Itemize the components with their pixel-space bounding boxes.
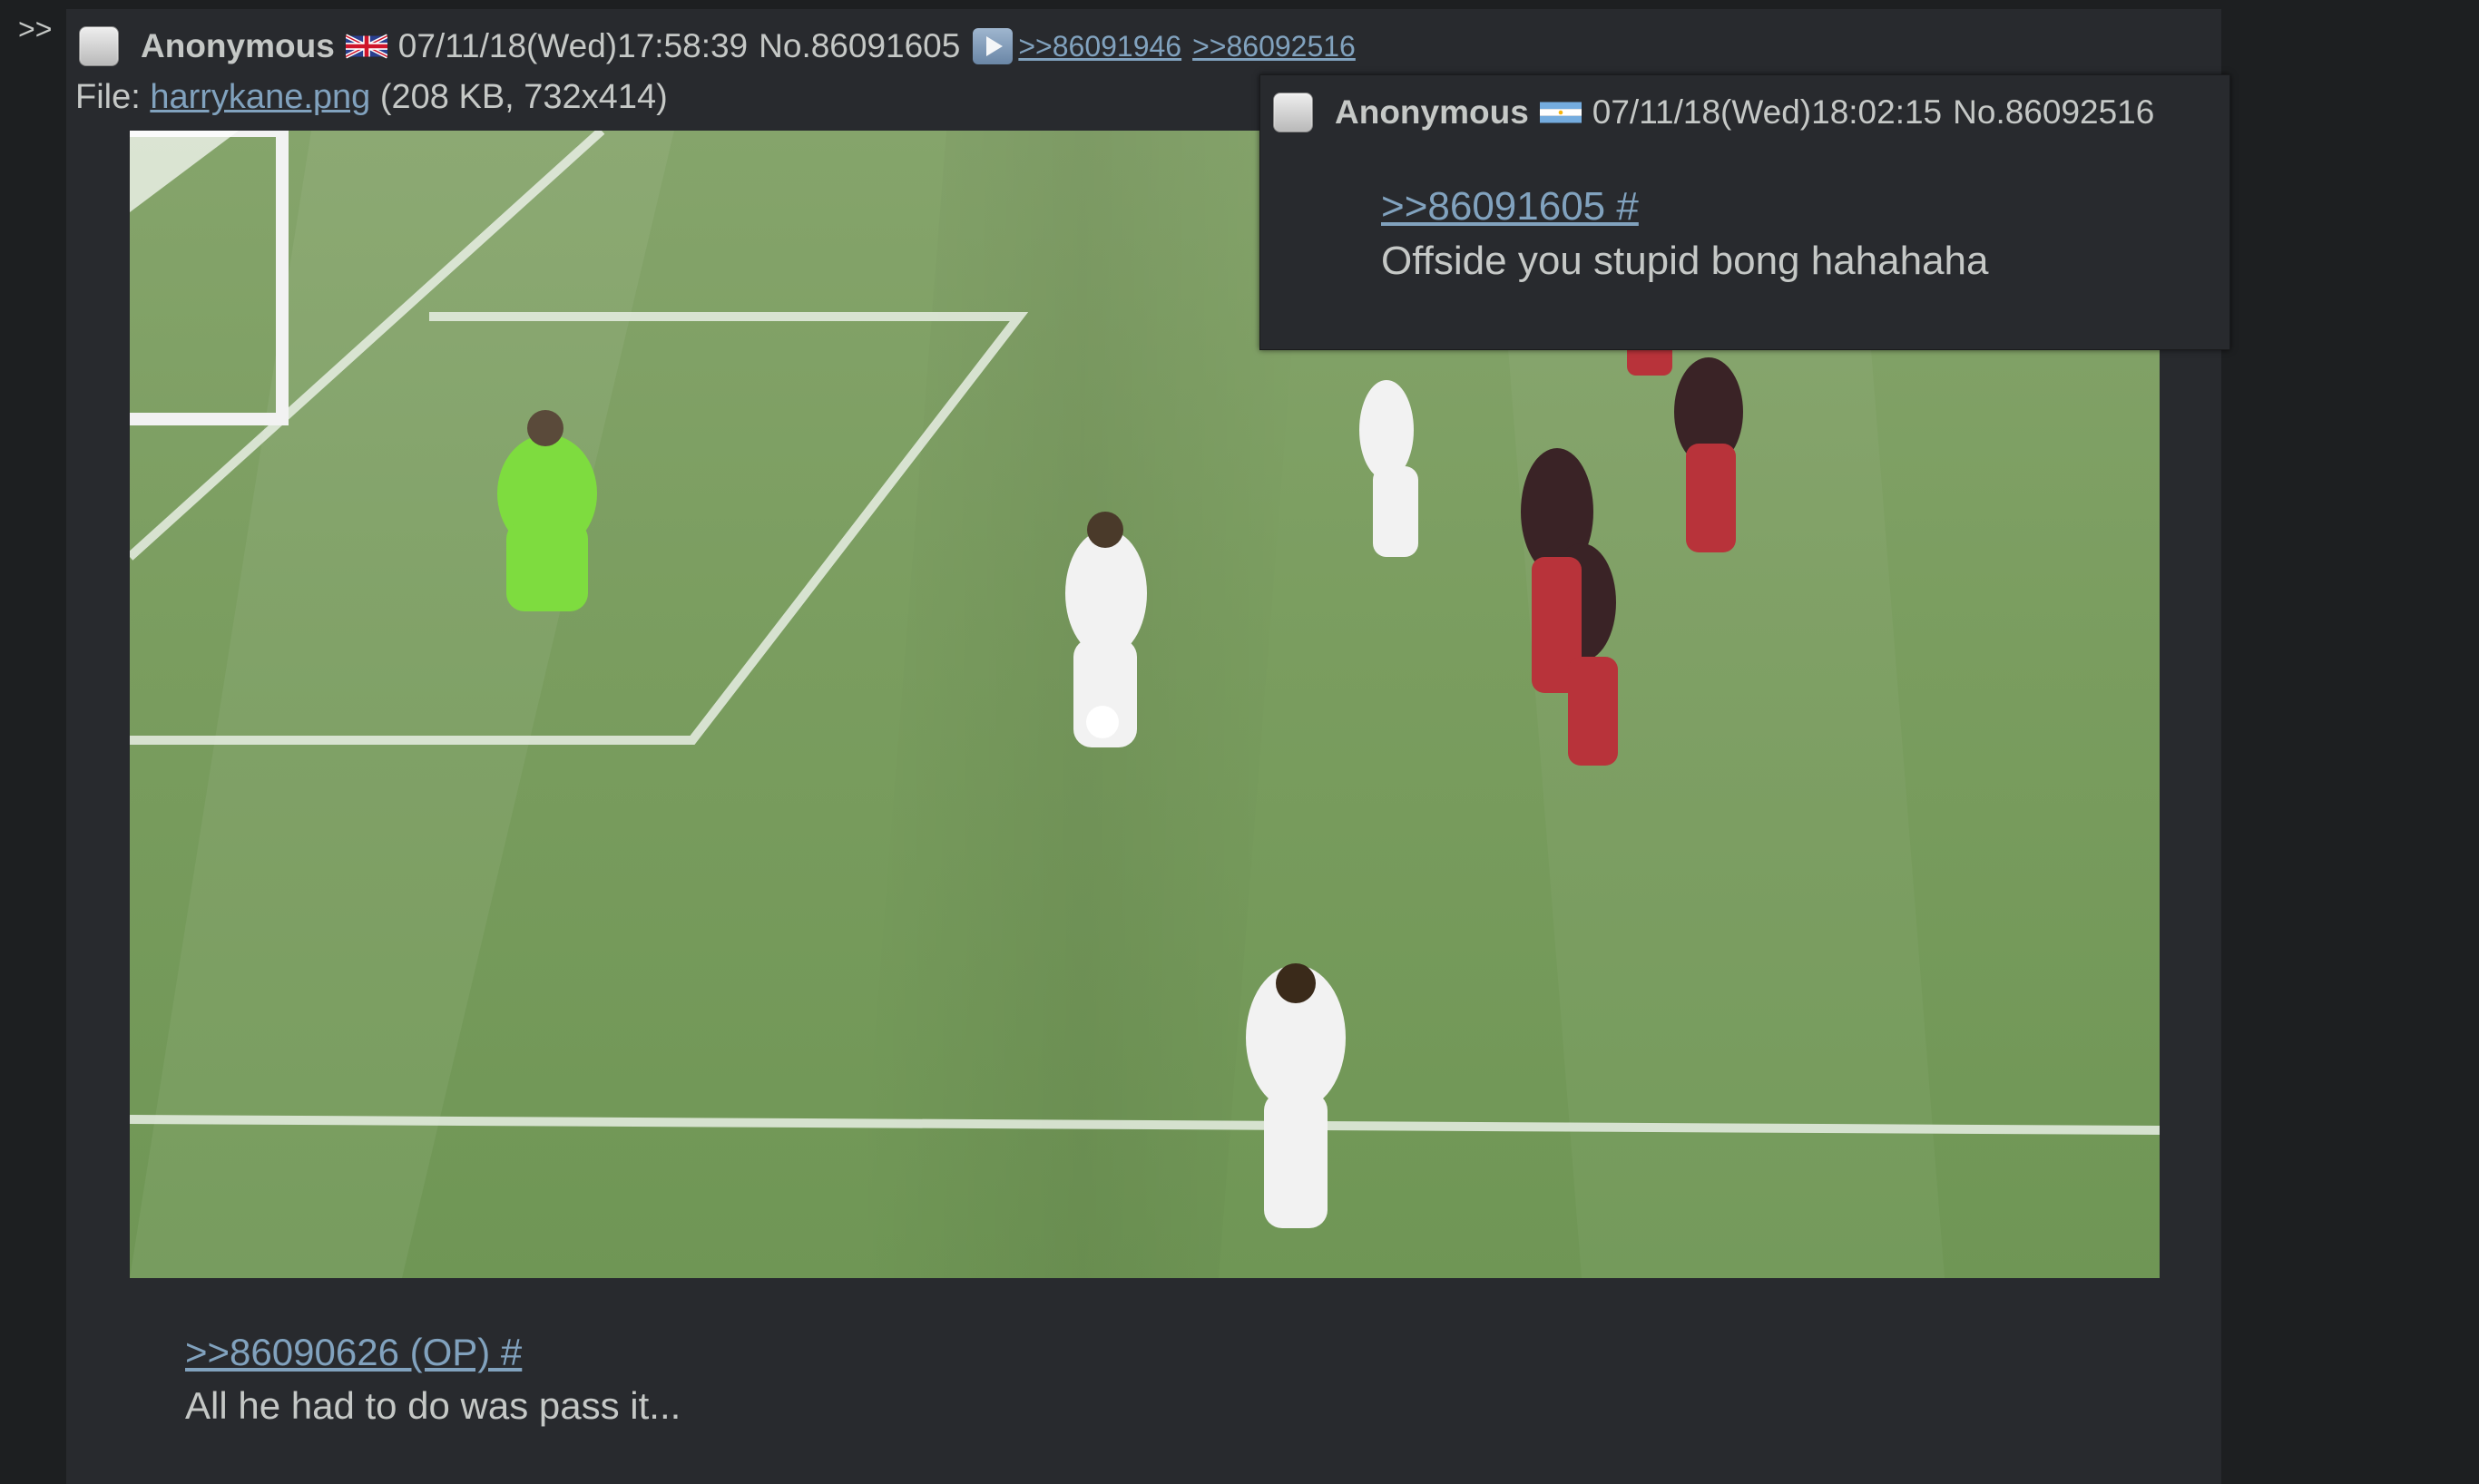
popup-message: Offside you stupid bong hahahaha: [1381, 239, 1989, 283]
post-header: Anonymous 07/11/18(Wed)17:58:39 No.86091…: [79, 24, 1356, 69]
file-meta: (208 KB, 732x414): [379, 78, 668, 116]
post-datetime: 07/11/18(Wed)17:58:39: [397, 27, 749, 64]
popup-quote-link[interactable]: >>86091605 #: [1381, 184, 1639, 229]
popup-poster-name: Anonymous: [1335, 93, 1529, 131]
post-checkbox[interactable]: [79, 26, 119, 66]
op-quote-link[interactable]: >>86090626 (OP) #: [185, 1331, 522, 1374]
backlink-86092516[interactable]: >>86092516: [1192, 30, 1356, 63]
poster-name: Anonymous: [141, 27, 335, 64]
file-link[interactable]: harrykane.png: [150, 78, 370, 116]
popup-datetime: 07/11/18(Wed)18:02:15: [1592, 93, 1943, 131]
uk-flag-icon: [345, 34, 387, 59]
popup-checkbox[interactable]: [1273, 93, 1313, 132]
post-number[interactable]: No.86091605: [759, 27, 960, 65]
popup-post-number[interactable]: No.86092516: [1953, 93, 2154, 132]
quote-preview-popup: Anonymous 07/11/18(Wed)18:02:15 No.86092…: [1259, 74, 2230, 350]
file-info: File: harrykane.png (208 KB, 732x414): [75, 78, 668, 117]
post-message: All he had to do was pass it...: [185, 1384, 681, 1427]
backlink-86091946[interactable]: >>86091946: [1018, 30, 1181, 63]
post-arrows: >>: [18, 13, 53, 45]
file-label: File:: [75, 78, 151, 116]
play-icon[interactable]: [973, 28, 1014, 64]
popup-header: Anonymous 07/11/18(Wed)18:02:15 No.86092…: [1273, 90, 2154, 135]
argentina-flag-icon: [1539, 102, 1582, 123]
